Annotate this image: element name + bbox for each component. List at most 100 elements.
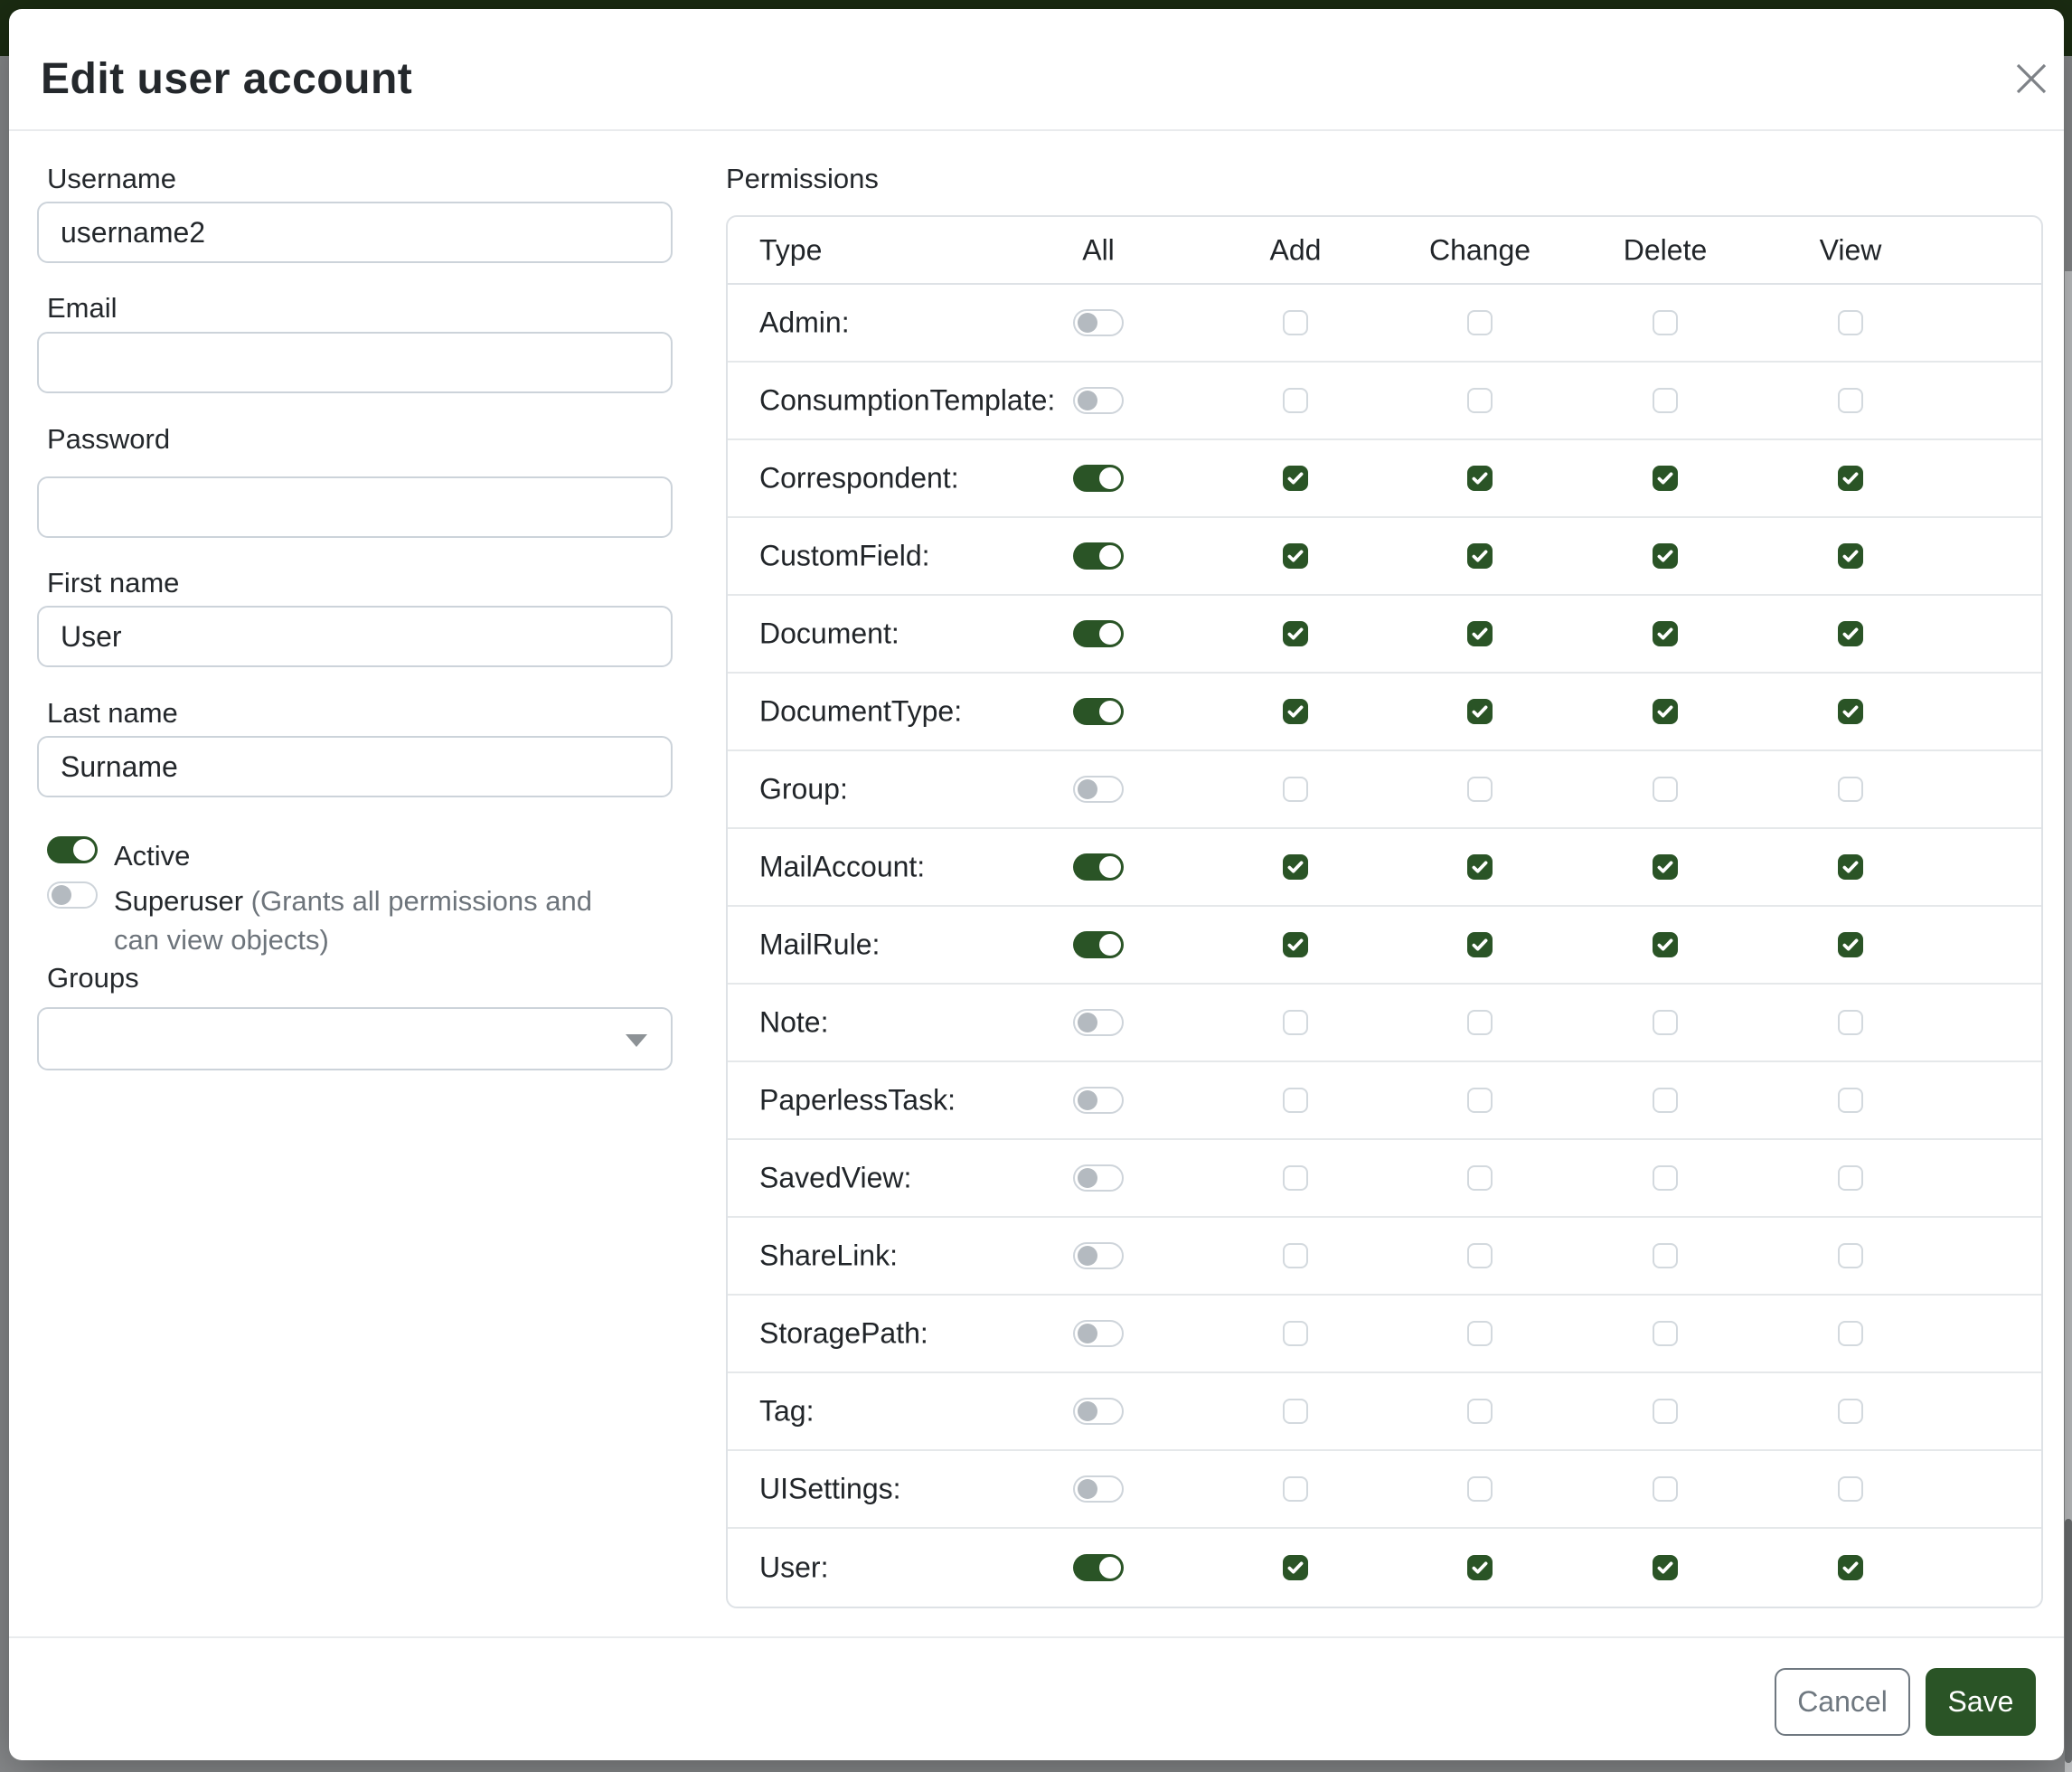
permission-add-checkbox[interactable] bbox=[1283, 1399, 1308, 1424]
permission-all-toggle[interactable] bbox=[1073, 620, 1124, 647]
permission-all-toggle[interactable] bbox=[1073, 1554, 1124, 1581]
permission-delete-checkbox[interactable] bbox=[1653, 1088, 1678, 1113]
permission-change-checkbox[interactable] bbox=[1467, 1243, 1493, 1268]
permission-view-checkbox[interactable] bbox=[1838, 388, 1863, 413]
permission-view-checkbox[interactable] bbox=[1838, 854, 1863, 880]
first-name-input[interactable] bbox=[37, 606, 673, 667]
permission-all-toggle[interactable] bbox=[1073, 1087, 1124, 1114]
permission-view-checkbox[interactable] bbox=[1838, 466, 1863, 491]
permission-change-checkbox[interactable] bbox=[1467, 1555, 1493, 1580]
username-input[interactable] bbox=[37, 202, 673, 263]
permission-all-toggle[interactable] bbox=[1073, 465, 1124, 492]
permission-delete-checkbox[interactable] bbox=[1653, 1321, 1678, 1346]
permission-delete-checkbox[interactable] bbox=[1653, 854, 1678, 880]
permission-change-checkbox[interactable] bbox=[1467, 1476, 1493, 1502]
permission-view-checkbox[interactable] bbox=[1838, 1399, 1863, 1424]
permission-add-checkbox[interactable] bbox=[1283, 1165, 1308, 1191]
permission-change-checkbox[interactable] bbox=[1467, 777, 1493, 802]
permission-add-checkbox[interactable] bbox=[1283, 1476, 1308, 1502]
permission-add-checkbox[interactable] bbox=[1283, 310, 1308, 335]
save-button[interactable]: Save bbox=[1926, 1668, 2036, 1736]
permission-delete-checkbox[interactable] bbox=[1653, 388, 1678, 413]
permission-view-checkbox[interactable] bbox=[1838, 1476, 1863, 1502]
active-toggle[interactable] bbox=[47, 836, 98, 863]
permission-change-checkbox[interactable] bbox=[1467, 310, 1493, 335]
permission-add-checkbox[interactable] bbox=[1283, 699, 1308, 724]
permission-delete-checkbox[interactable] bbox=[1653, 1243, 1678, 1268]
permission-type-label: Admin: bbox=[759, 306, 850, 340]
permission-view-checkbox[interactable] bbox=[1838, 1165, 1863, 1191]
permission-delete-checkbox[interactable] bbox=[1653, 932, 1678, 957]
permission-all-toggle[interactable] bbox=[1073, 698, 1124, 725]
toggle-knob bbox=[1078, 313, 1097, 333]
permission-change-checkbox[interactable] bbox=[1467, 1010, 1493, 1035]
permission-all-toggle[interactable] bbox=[1073, 1398, 1124, 1425]
permission-change-checkbox[interactable] bbox=[1467, 388, 1493, 413]
permission-delete-checkbox[interactable] bbox=[1653, 466, 1678, 491]
dropdown-caret-icon bbox=[626, 1034, 647, 1047]
permission-all-toggle[interactable] bbox=[1073, 387, 1124, 414]
permission-all-toggle[interactable] bbox=[1073, 1009, 1124, 1036]
permission-all-toggle[interactable] bbox=[1073, 1164, 1124, 1192]
permission-delete-checkbox[interactable] bbox=[1653, 1476, 1678, 1502]
permission-change-checkbox[interactable] bbox=[1467, 1088, 1493, 1113]
close-button[interactable] bbox=[2002, 50, 2060, 108]
permission-all-toggle[interactable] bbox=[1073, 1320, 1124, 1347]
permission-delete-checkbox[interactable] bbox=[1653, 310, 1678, 335]
permission-all-toggle[interactable] bbox=[1073, 1242, 1124, 1269]
permission-change-checkbox[interactable] bbox=[1467, 932, 1493, 957]
permission-add-checkbox[interactable] bbox=[1283, 1321, 1308, 1346]
permission-all-toggle[interactable] bbox=[1073, 309, 1124, 336]
permission-add-checkbox[interactable] bbox=[1283, 621, 1308, 646]
email-input[interactable] bbox=[37, 332, 673, 393]
permission-view-checkbox[interactable] bbox=[1838, 699, 1863, 724]
permission-view-checkbox[interactable] bbox=[1838, 1321, 1863, 1346]
permission-all-toggle[interactable] bbox=[1073, 853, 1124, 881]
permission-delete-checkbox[interactable] bbox=[1653, 699, 1678, 724]
permission-change-checkbox[interactable] bbox=[1467, 466, 1493, 491]
permission-add-checkbox[interactable] bbox=[1283, 466, 1308, 491]
superuser-toggle[interactable] bbox=[47, 881, 98, 909]
permission-view-checkbox[interactable] bbox=[1838, 621, 1863, 646]
groups-select[interactable] bbox=[37, 1007, 673, 1070]
permission-delete-checkbox[interactable] bbox=[1653, 777, 1678, 802]
permission-view-checkbox[interactable] bbox=[1838, 1555, 1863, 1580]
permission-view-checkbox[interactable] bbox=[1838, 543, 1863, 569]
permission-all-toggle[interactable] bbox=[1073, 1475, 1124, 1503]
permission-delete-checkbox[interactable] bbox=[1653, 1010, 1678, 1035]
permission-change-checkbox[interactable] bbox=[1467, 1321, 1493, 1346]
permission-delete-checkbox[interactable] bbox=[1653, 1165, 1678, 1191]
permission-delete-checkbox[interactable] bbox=[1653, 1399, 1678, 1424]
password-input[interactable] bbox=[37, 476, 673, 538]
permission-all-toggle[interactable] bbox=[1073, 542, 1124, 570]
permission-add-checkbox[interactable] bbox=[1283, 1010, 1308, 1035]
permission-change-checkbox[interactable] bbox=[1467, 621, 1493, 646]
permission-add-checkbox[interactable] bbox=[1283, 1555, 1308, 1580]
permission-view-checkbox[interactable] bbox=[1838, 1010, 1863, 1035]
cancel-button[interactable]: Cancel bbox=[1775, 1668, 1910, 1736]
permission-add-checkbox[interactable] bbox=[1283, 543, 1308, 569]
permission-change-checkbox[interactable] bbox=[1467, 699, 1493, 724]
permission-delete-checkbox[interactable] bbox=[1653, 543, 1678, 569]
permission-change-checkbox[interactable] bbox=[1467, 1165, 1493, 1191]
permission-view-checkbox[interactable] bbox=[1838, 310, 1863, 335]
page-scrollbar-thumb[interactable] bbox=[2065, 1519, 2072, 1763]
permission-add-checkbox[interactable] bbox=[1283, 388, 1308, 413]
permission-change-checkbox[interactable] bbox=[1467, 543, 1493, 569]
permission-delete-checkbox[interactable] bbox=[1653, 1555, 1678, 1580]
permission-all-toggle[interactable] bbox=[1073, 931, 1124, 958]
permission-view-checkbox[interactable] bbox=[1838, 1243, 1863, 1268]
permission-view-checkbox[interactable] bbox=[1838, 1088, 1863, 1113]
permission-add-checkbox[interactable] bbox=[1283, 1088, 1308, 1113]
permission-change-checkbox[interactable] bbox=[1467, 854, 1493, 880]
last-name-input[interactable] bbox=[37, 736, 673, 797]
permission-add-checkbox[interactable] bbox=[1283, 1243, 1308, 1268]
permission-change-checkbox[interactable] bbox=[1467, 1399, 1493, 1424]
permission-add-checkbox[interactable] bbox=[1283, 777, 1308, 802]
permission-view-checkbox[interactable] bbox=[1838, 777, 1863, 802]
permission-add-checkbox[interactable] bbox=[1283, 932, 1308, 957]
permission-all-toggle[interactable] bbox=[1073, 776, 1124, 803]
permission-delete-checkbox[interactable] bbox=[1653, 621, 1678, 646]
permission-add-checkbox[interactable] bbox=[1283, 854, 1308, 880]
permission-view-checkbox[interactable] bbox=[1838, 932, 1863, 957]
